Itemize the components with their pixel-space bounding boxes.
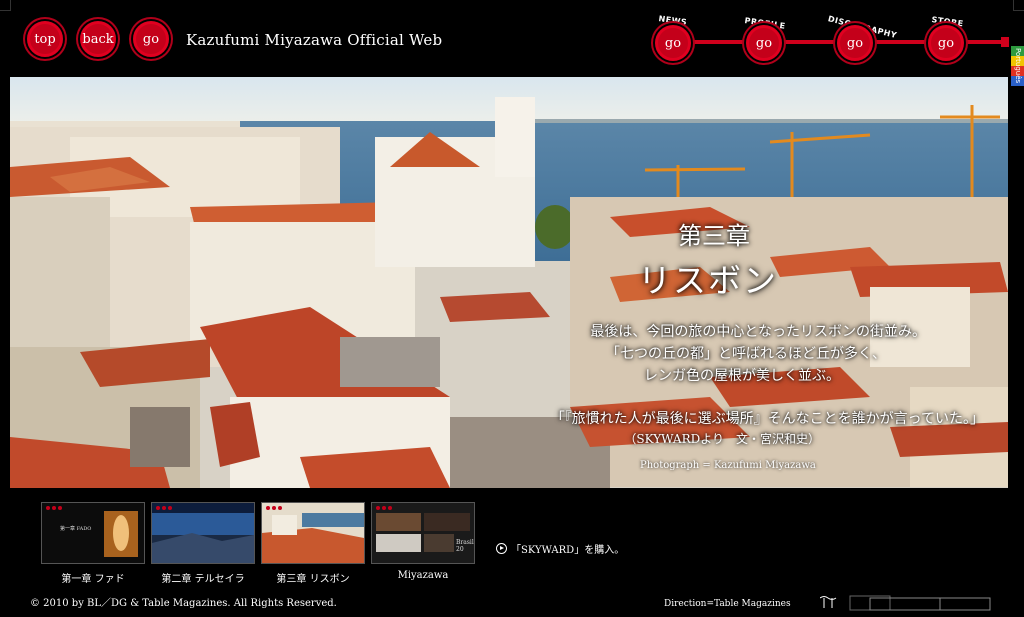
back-button[interactable]: back bbox=[80, 21, 116, 57]
chapter-title: リスボン bbox=[638, 261, 778, 300]
hero-text-line-3: レンガ色の屋根が美しく並ぶ。 bbox=[644, 368, 840, 384]
nav-store-go-label: go bbox=[937, 35, 955, 51]
footer-decoration bbox=[820, 595, 991, 611]
chapter-number: 第三章 bbox=[678, 222, 750, 250]
corner-mark-tr bbox=[1013, 0, 1024, 11]
copyright-text: © 2010 by BL／DG & Table Magazines. All R… bbox=[30, 598, 337, 609]
nav-store-go-button[interactable]: go bbox=[928, 25, 964, 61]
language-tab[interactable]: Português bbox=[1011, 46, 1024, 86]
buy-skyward-link[interactable]: 「SKYWARD」を購入。 bbox=[496, 541, 624, 556]
thumbnail-chapter-2-image bbox=[152, 503, 254, 563]
play-icon bbox=[496, 543, 507, 554]
nav-news-go-button[interactable]: go bbox=[655, 25, 691, 61]
photo-credit: Photograph = Kazufumi Miyazawa bbox=[640, 460, 816, 471]
thumbnail-miyazawa-image bbox=[372, 503, 474, 563]
thumbnail-chapter-1-image bbox=[42, 503, 144, 563]
go-button[interactable]: go bbox=[133, 21, 169, 57]
hero-text-line-4: 「『旅慣れた人が最後に選ぶ場所』そんなことを誰かが言っていた。」 bbox=[550, 411, 984, 427]
thumbnail-chapter-2-label[interactable]: 第二章 テルセイラ bbox=[151, 570, 255, 585]
hero-text-line-5: （SKYWARDより 文・宮沢和史） bbox=[624, 432, 820, 446]
thumbnail-chapter-2[interactable] bbox=[151, 502, 255, 564]
thumbnail-chapter-3-image bbox=[262, 503, 364, 563]
hero-photo: 第三章 リスボン 最後は、今回の旅の中心となったリスボンの街並み。 「七つの丘の… bbox=[10, 77, 1008, 488]
site-title: Kazufumi Miyazawa Official Web bbox=[186, 31, 443, 49]
thumbnail-chapter-3[interactable] bbox=[261, 502, 365, 564]
back-button-label: back bbox=[82, 31, 114, 47]
corner-mark-tl bbox=[0, 0, 11, 11]
nav-rail-end bbox=[1001, 37, 1009, 47]
go-button-label: go bbox=[142, 31, 160, 47]
nav-profile-go-label: go bbox=[755, 35, 773, 51]
thumbnail-miyazawa[interactable]: Brasil 20 bbox=[371, 502, 475, 564]
nav-discography-go-label: go bbox=[846, 35, 864, 51]
thumbnail-chapter-1-caption: 第一章 FADO bbox=[60, 526, 92, 532]
thumbnail-chapter-1-label[interactable]: 第一章 ファド bbox=[41, 570, 145, 585]
nav-discography-go-button[interactable]: go bbox=[837, 25, 873, 61]
thumbnail-miyazawa-caption: Brasil 20 bbox=[456, 539, 474, 553]
thumbnail-miyazawa-label[interactable]: Miyazawa bbox=[371, 570, 475, 581]
direction-credit[interactable]: Direction=Table Magazines bbox=[664, 599, 791, 609]
thumbnail-chapter-3-label[interactable]: 第三章 リスボン bbox=[261, 570, 365, 585]
hero-text-line-2: 「七つの丘の都」と呼ばれるほど丘が多く、 bbox=[606, 346, 886, 362]
thumbnail-chapter-1[interactable]: 第一章 FADO bbox=[41, 502, 145, 564]
hero-text-line-1: 最後は、今回の旅の中心となったリスボンの街並み。 bbox=[590, 324, 926, 340]
footer-logo-icon bbox=[820, 596, 837, 608]
top-button[interactable]: top bbox=[27, 21, 63, 57]
nav-profile-go-button[interactable]: go bbox=[746, 25, 782, 61]
nav-news-go-label: go bbox=[664, 35, 682, 51]
top-button-label: top bbox=[34, 31, 56, 47]
buy-skyward-label: 「SKYWARD」を購入。 bbox=[511, 545, 625, 556]
